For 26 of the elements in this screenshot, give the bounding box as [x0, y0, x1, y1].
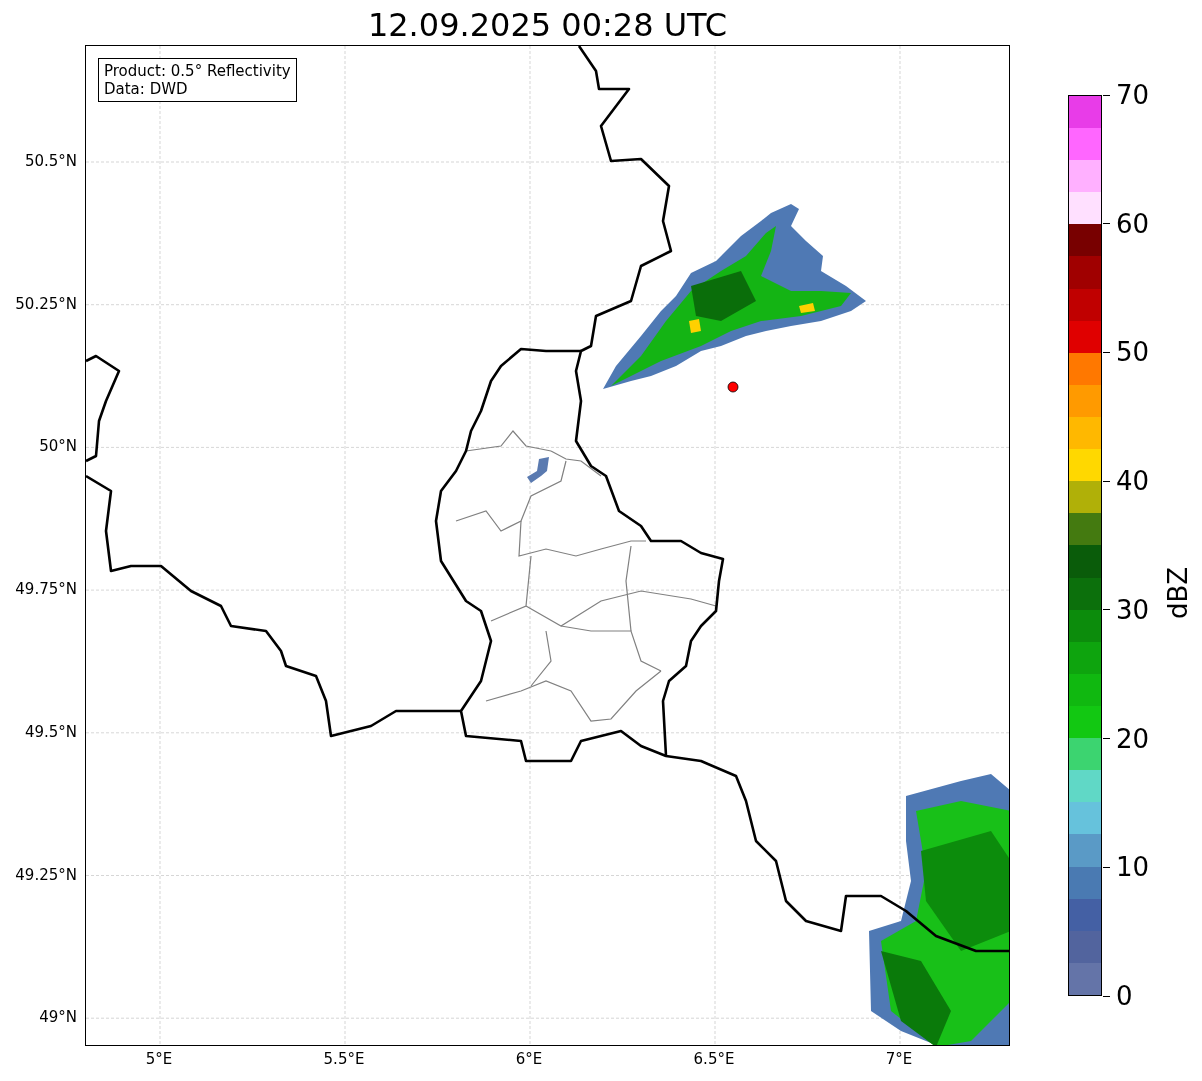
- latitude-label: 50.25°N: [15, 294, 77, 313]
- info-text: Product: 0.5° Reflectivity: [104, 62, 291, 80]
- radar-site-marker: [727, 381, 739, 393]
- longitude-label: 6.5°E: [693, 1050, 735, 1068]
- info-text: Data: DWD: [104, 80, 189, 98]
- latitude-label: 50°N: [39, 437, 77, 456]
- colorbar-tick-label: 0: [1116, 981, 1133, 1011]
- figure-title: 12.09.2025 00:28 UTC: [366, 5, 729, 45]
- latitude-label: 50.5°N: [24, 152, 77, 170]
- colorbar-tick-label: 50: [1116, 337, 1150, 368]
- latitude-label: 49°N: [39, 1008, 77, 1027]
- latitude-label: 49.5°N: [24, 722, 77, 741]
- colorbar-tick-label: 40: [1116, 466, 1150, 497]
- colorbar-tick-label: 60: [1116, 208, 1150, 239]
- longitude-label: 5°E: [145, 1050, 173, 1068]
- longitude-label: 7°E: [885, 1050, 913, 1068]
- colorbar-tick-label: 20: [1116, 723, 1150, 754]
- latitude-label: 49.25°N: [15, 865, 77, 884]
- colorbar-tick-label: 30: [1116, 594, 1150, 625]
- colorbar-tick-label: 10: [1116, 852, 1150, 883]
- longitude-label: 6°E: [515, 1050, 543, 1068]
- longitude-label: 5.5°E: [323, 1050, 365, 1068]
- radar-echo-drawing: [527, 457, 549, 483]
- latitude-label: 49.75°N: [15, 580, 77, 599]
- colorbar-label: dBZ: [1163, 566, 1193, 620]
- colorbar-tick-label: 70: [1116, 80, 1150, 110]
